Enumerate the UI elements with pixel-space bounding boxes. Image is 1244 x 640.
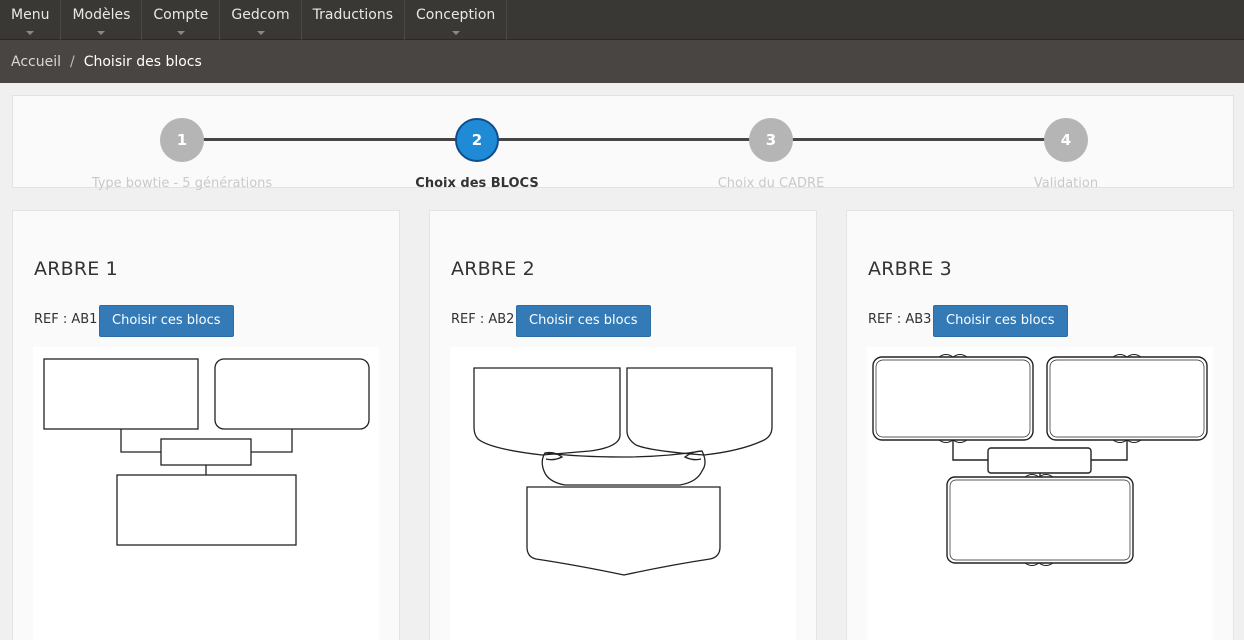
step-1[interactable]: 1 Type bowtie - 5 générations (64, 118, 300, 191)
choose-blocks-button[interactable]: Choisir ces blocs (933, 305, 1068, 337)
breadcrumb-home-link[interactable]: Accueil (11, 54, 61, 70)
step-progress: 1 Type bowtie - 5 générations 2 Choix de… (12, 95, 1234, 191)
nav-menu[interactable]: Menu (0, 0, 62, 40)
tree-ref: REF : AB1 (34, 312, 98, 327)
nav-gedcom[interactable]: Gedcom (220, 0, 302, 40)
step-3[interactable]: 3 Choix du CADRE (653, 118, 889, 191)
nav-gedcom-label: Gedcom (231, 7, 290, 23)
nav-menu-label: Menu (11, 7, 50, 23)
tree-title: ARBRE 1 (34, 258, 118, 280)
step-3-number: 3 (749, 118, 793, 162)
nav-traductions[interactable]: Traductions (302, 0, 406, 40)
tree-ref: REF : AB3 (868, 312, 932, 327)
ornate-frame-blocks-preview (867, 347, 1213, 579)
chevron-down-icon (97, 31, 106, 35)
nav-compte-label: Compte (153, 7, 209, 23)
breadcrumb: Accueil / Choisir des blocs (0, 40, 1244, 83)
step-4-label: Validation (1033, 176, 1099, 191)
chevron-down-icon (176, 31, 185, 35)
step-2-number: 2 (455, 118, 499, 162)
step-1-label: Type bowtie - 5 générations (91, 176, 273, 191)
nav-conception-label: Conception (416, 7, 496, 23)
nav-conception[interactable]: Conception (405, 0, 508, 40)
step-4-number: 4 (1044, 118, 1088, 162)
nav-modeles-label: Modèles (72, 7, 131, 23)
step-connector-line (182, 138, 1066, 141)
tree-card-2: ARBRE 2 REF : AB2 Choisir ces blocs (429, 210, 817, 640)
shield-scroll-blocks-preview (450, 347, 796, 587)
chevron-down-icon (256, 31, 265, 35)
tree-title: ARBRE 2 (451, 258, 535, 280)
nav-compte[interactable]: Compte (142, 0, 221, 40)
step-1-number: 1 (160, 118, 204, 162)
choose-blocks-button[interactable]: Choisir ces blocs (516, 305, 651, 337)
nav-modeles[interactable]: Modèles (61, 0, 143, 40)
tree-preview-image[interactable] (33, 347, 379, 640)
step-3-label: Choix du CADRE (717, 176, 825, 191)
tree-preview-image[interactable] (867, 347, 1213, 640)
breadcrumb-separator: / (70, 53, 75, 70)
breadcrumb-current: Choisir des blocs (83, 53, 202, 70)
step-2[interactable]: 2 Choix des BLOCS (359, 118, 595, 191)
tree-preview-image[interactable] (450, 347, 796, 640)
tree-card-1: ARBRE 1 REF : AB1 Choisir ces blocs (12, 210, 400, 640)
nav-traductions-label: Traductions (312, 7, 394, 23)
tree-card-3: ARBRE 3 REF : AB3 Choisir ces blocs (846, 210, 1234, 640)
chevron-down-icon (26, 31, 35, 35)
top-nav: Menu Modèles Compte Gedcom Traductions C… (0, 0, 1244, 40)
chevron-down-icon (451, 31, 460, 35)
tree-title: ARBRE 3 (868, 258, 952, 280)
plain-rect-blocks-preview (33, 347, 379, 567)
step-4[interactable]: 4 Validation (948, 118, 1184, 191)
step-2-label: Choix des BLOCS (415, 176, 539, 191)
tree-ref: REF : AB2 (451, 312, 515, 327)
choose-blocks-button[interactable]: Choisir ces blocs (99, 305, 234, 337)
